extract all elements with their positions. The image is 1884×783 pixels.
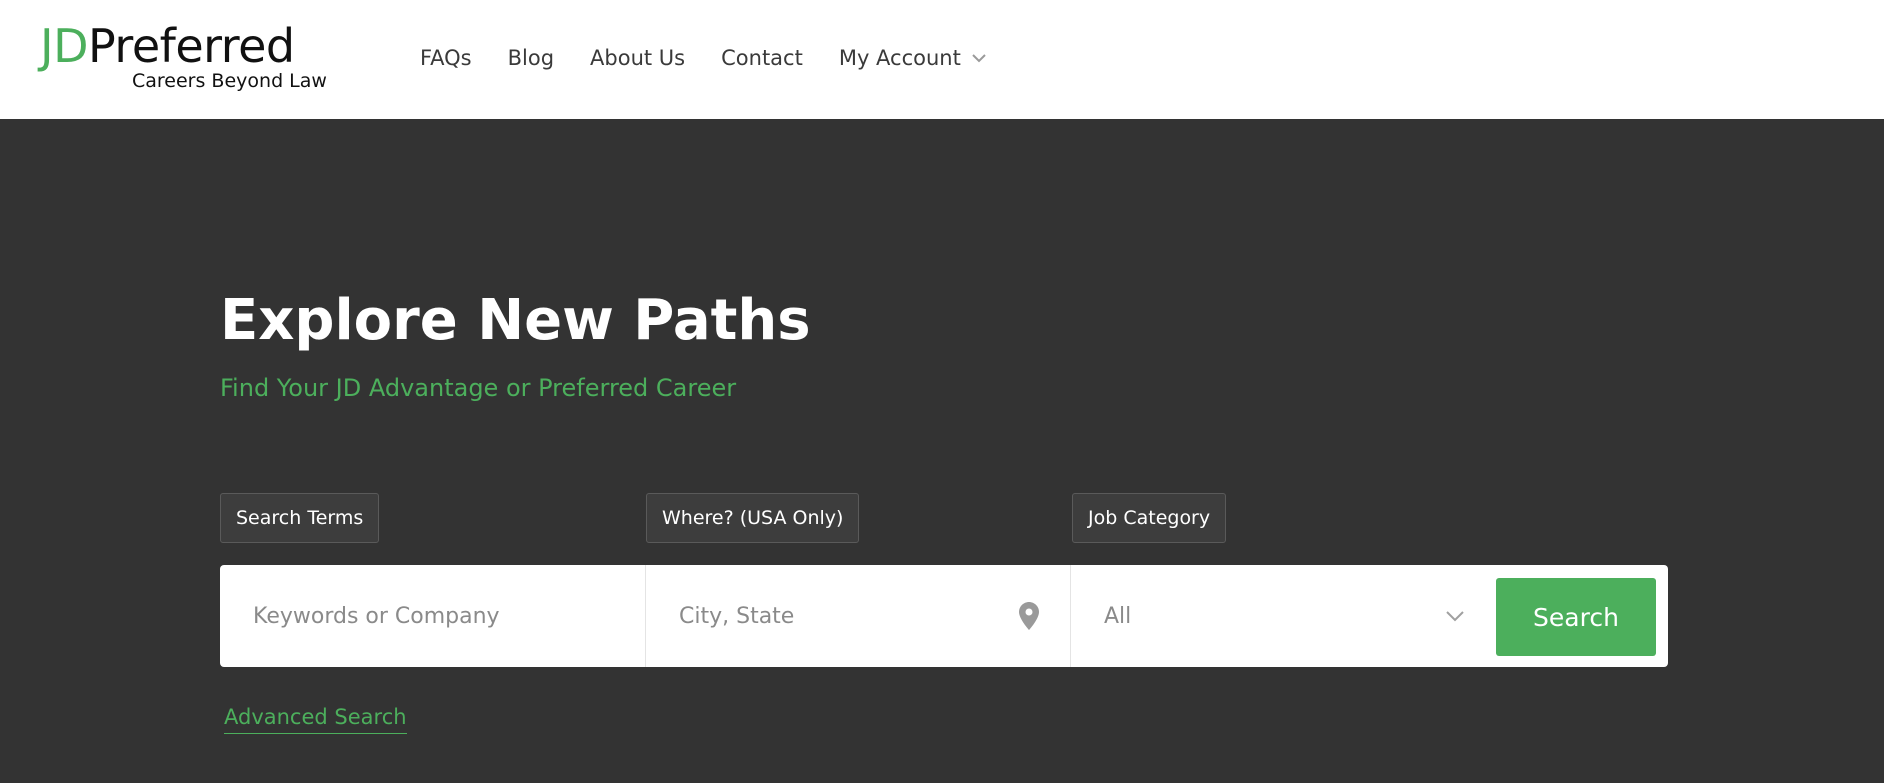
logo-wordmark: JDPreferred (40, 18, 295, 74)
nav-blog-label: Blog (507, 46, 555, 70)
nav-about-us-label: About Us (590, 46, 686, 70)
keywords-input[interactable] (253, 586, 645, 646)
category-select[interactable]: All (1071, 565, 1496, 667)
logo-preferred: Preferred (88, 19, 295, 73)
nav-faqs[interactable]: FAQs (420, 46, 472, 70)
location-input[interactable] (679, 586, 1010, 646)
chevron-down-icon (1446, 611, 1464, 622)
main-nav: FAQs Blog About Us Contact My Account (420, 40, 1023, 76)
logo-jd: JD (40, 19, 89, 73)
nav-my-account[interactable]: My Account (839, 46, 987, 70)
keywords-field (220, 565, 646, 667)
nav-contact[interactable]: Contact (721, 46, 803, 70)
advanced-search-link[interactable]: Advanced Search (224, 703, 407, 734)
search-bar: All (220, 565, 1668, 667)
location-field (646, 565, 1071, 667)
nav-contact-label: Contact (721, 46, 803, 70)
logo[interactable]: JDPreferred Careers Beyond Law (40, 18, 340, 98)
nav-faqs-label: FAQs (420, 46, 472, 70)
site-header: JDPreferred Careers Beyond Law FAQs Blog… (0, 0, 1884, 119)
category-select-value: All (1104, 603, 1132, 629)
search-button[interactable]: Search (1496, 578, 1656, 656)
job-category-label: Job Category (1072, 493, 1227, 543)
nav-my-account-label: My Account (838, 46, 961, 70)
nav-about-us[interactable]: About Us (590, 46, 685, 70)
hero-title: Explore New Paths (220, 288, 811, 353)
hero-subtitle: Find Your JD Advantage or Preferred Care… (220, 374, 737, 402)
where-label: Where? (USA Only) (646, 493, 860, 543)
logo-tagline: Careers Beyond Law (132, 70, 327, 92)
search-terms-label: Search Terms (220, 493, 380, 543)
chevron-down-icon (972, 54, 986, 63)
nav-blog[interactable]: Blog (508, 46, 554, 70)
map-pin-icon (1019, 602, 1039, 630)
